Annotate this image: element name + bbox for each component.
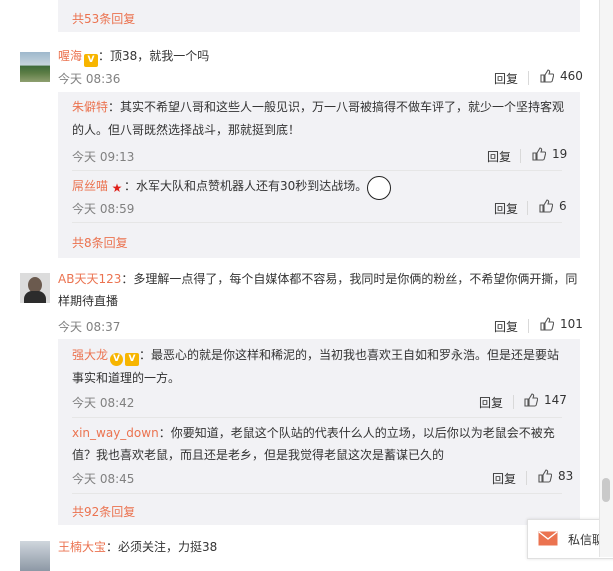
- reply-button[interactable]: 回复: [492, 470, 516, 487]
- comment-text: AB天天123：多理解一点得了，每个自媒体都不容易，我同时是你俩的粉丝，不希望你…: [58, 272, 578, 286]
- divider: [526, 471, 527, 485]
- author-name[interactable]: 喔海: [58, 49, 82, 63]
- divider: [520, 149, 521, 163]
- like-button[interactable]: 147: [524, 393, 567, 407]
- scrollbar[interactable]: [599, 0, 613, 557]
- verified-badge-icon: V: [110, 353, 124, 366]
- comment-time: 今天 08:36: [58, 72, 121, 86]
- like-button[interactable]: 460: [540, 69, 583, 83]
- vip-badge-icon: V: [125, 353, 140, 366]
- reply-text: 屌丝喵 ★ ：水军大队和点赞机器人还有30秒到达战场。: [72, 179, 368, 195]
- reply-text-cont: 的人。但八哥既然选择战斗，那就挺到底！: [72, 123, 301, 137]
- reply-button[interactable]: 回复: [494, 200, 518, 217]
- more-replies-link[interactable]: 共92条回复: [72, 503, 135, 520]
- reply-text-cont: 事实和道理的一方。: [72, 371, 181, 385]
- scrollbar-thumb[interactable]: [602, 478, 610, 502]
- reply-panel: 强大龙 V V ：最恶心的就是你这样和稀泥的，当初我也喜欢王自如和罗永浩。但是还是要站…: [58, 339, 580, 525]
- reply-text: 强大龙 V V ：最恶心的就是你这样和稀泥的，当初我也喜欢王自如和罗永浩。但是还是要站: [72, 348, 560, 366]
- avatar[interactable]: [20, 541, 50, 571]
- reply-time: 今天 09:13: [72, 150, 135, 164]
- author-name[interactable]: 王楠大宝: [58, 540, 106, 554]
- reply-button[interactable]: 回复: [479, 394, 503, 411]
- reply-button[interactable]: 回复: [494, 318, 518, 335]
- divider: [72, 222, 562, 223]
- author-name[interactable]: 朱僻特: [72, 100, 108, 114]
- comment-text: 王楠大宝：必须关注，力挺38: [58, 540, 218, 554]
- divider: [527, 201, 528, 215]
- thumbs-up-icon: [539, 199, 554, 213]
- comment-text-cont: 样期待直播: [58, 294, 119, 308]
- divider: [528, 71, 529, 85]
- comment-text: 喔海 V ：顶38，就我一个吗: [58, 49, 210, 67]
- avatar[interactable]: [20, 52, 50, 82]
- divider: [528, 319, 529, 333]
- thumbs-up-icon: [532, 147, 547, 161]
- reply-time: 今天 08:45: [72, 472, 135, 486]
- divider: [72, 417, 562, 418]
- reply-panel-top: 共53条回复: [58, 0, 580, 32]
- reply-text: 朱僻特：其实不希望八哥和这些人一般见识，万一八哥被搞得不做车评了，就少一个坚持客…: [72, 100, 565, 114]
- author-name[interactable]: 屌丝喵: [72, 179, 108, 193]
- like-button[interactable]: 83: [538, 469, 573, 483]
- divider: [72, 170, 562, 171]
- like-button[interactable]: 101: [540, 317, 583, 331]
- reply-button[interactable]: 回复: [487, 148, 511, 165]
- envelope-icon: [538, 531, 558, 546]
- author-name[interactable]: xin_way_down: [72, 426, 159, 440]
- reply-text-cont: 值？我也喜欢老鼠，而且还是老乡，但是我觉得老鼠这次是蓄谋已久的: [72, 448, 445, 462]
- divider: [72, 493, 562, 494]
- panda-emoji-icon: [367, 176, 391, 200]
- thumbs-up-icon: [524, 393, 539, 407]
- comment-time: 今天 08:37: [58, 320, 121, 334]
- reply-text: xin_way_down：你要知道，老鼠这个队站的代表什么人的立场，以后你以为老…: [72, 426, 555, 440]
- divider: [513, 395, 514, 409]
- vip-badge-icon: V: [84, 54, 99, 67]
- author-name[interactable]: AB天天123: [58, 272, 121, 286]
- thumbs-up-icon: [540, 317, 555, 331]
- thumbs-up-icon: [540, 69, 555, 83]
- like-button[interactable]: 19: [532, 147, 567, 161]
- avatar-body: [24, 291, 46, 303]
- reply-time: 今天 08:59: [72, 202, 135, 216]
- reply-time: 今天 08:42: [72, 396, 135, 410]
- more-replies-link[interactable]: 共53条回复: [72, 10, 135, 27]
- reply-button[interactable]: 回复: [494, 70, 518, 87]
- reply-panel: 朱僻特：其实不希望八哥和这些人一般见识，万一八哥被搞得不做车评了，就少一个坚持客…: [58, 92, 580, 258]
- star-badge-icon: ★: [111, 181, 123, 195]
- like-button[interactable]: 6: [539, 199, 567, 213]
- more-replies-link[interactable]: 共8条回复: [72, 234, 128, 251]
- avatar[interactable]: [20, 273, 50, 303]
- author-name[interactable]: 强大龙: [72, 348, 108, 362]
- thumbs-up-icon: [538, 469, 553, 483]
